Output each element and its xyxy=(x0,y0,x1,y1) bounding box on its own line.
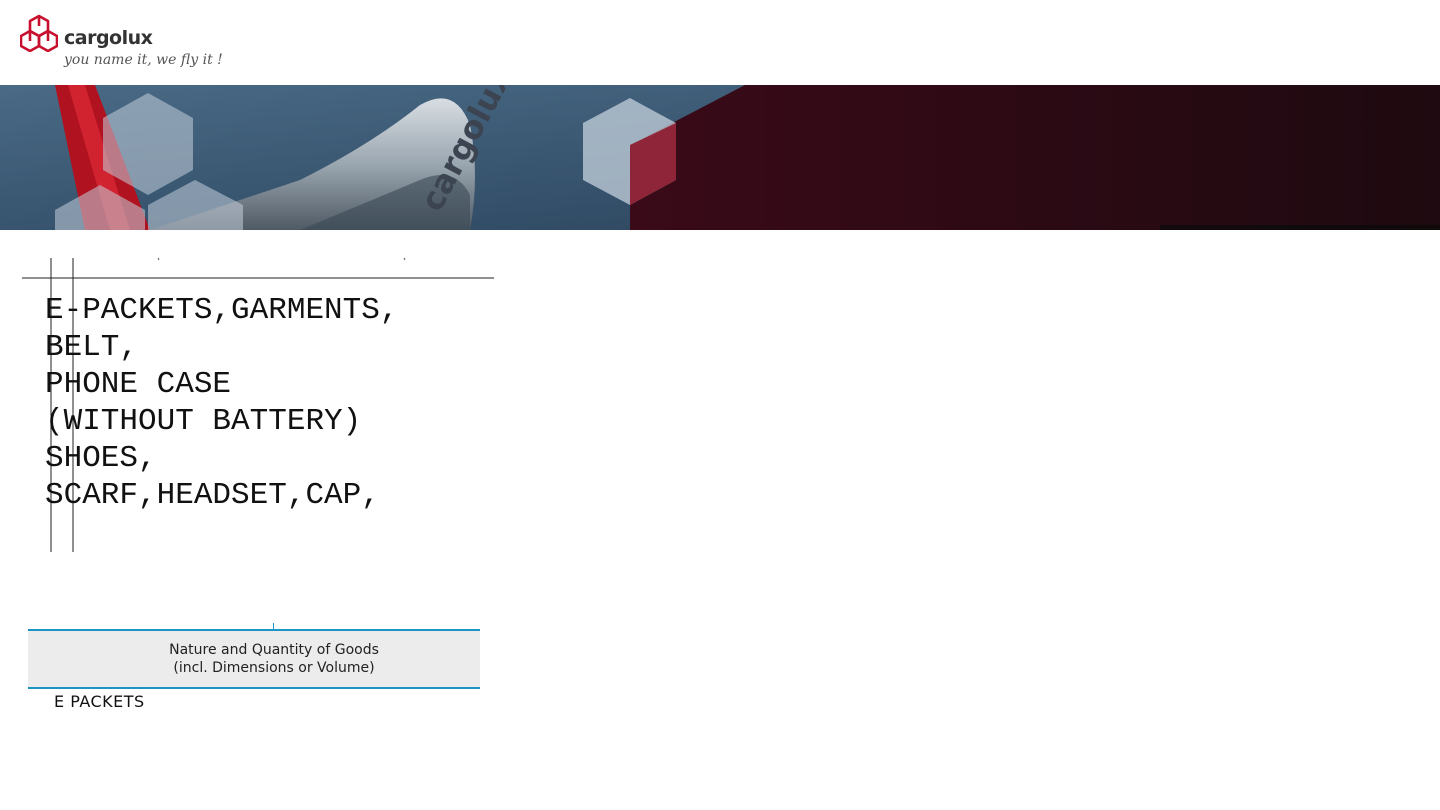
goods-line: (WITHOUT BATTERY) xyxy=(45,404,362,439)
brand-tagline: you name it, we fly it ! xyxy=(64,52,223,68)
cargolux-logo[interactable]: cargolux you name it, we fly it ! xyxy=(20,14,240,78)
goods-line: E-PACKETS,GARMENTS, xyxy=(45,293,399,328)
goods-description-scan: E-PACKETS,GARMENTS, BELT, PHONE CASE (WI… xyxy=(45,292,398,514)
hero-banner: cargolux xyxy=(0,85,1440,230)
cube-logo-icon xyxy=(20,14,58,52)
goods-line: BELT, xyxy=(45,330,139,365)
aircraft-banner-image: cargolux xyxy=(0,85,1440,230)
field-label-line1: Nature and Quantity of Goods xyxy=(169,642,379,658)
nature-quantity-goods-header: Nature and Quantity of Goods (incl. Dime… xyxy=(28,629,480,689)
field-label-line2: (incl. Dimensions or Volume) xyxy=(173,660,375,676)
goods-line: SCARF,HEADSET,CAP, xyxy=(45,478,380,513)
goods-line: PHONE CASE xyxy=(45,367,232,402)
brand-name: cargolux xyxy=(64,27,153,49)
goods-line: SHOES, xyxy=(45,441,157,476)
nature-quantity-goods-value: E PACKETS xyxy=(54,692,145,711)
